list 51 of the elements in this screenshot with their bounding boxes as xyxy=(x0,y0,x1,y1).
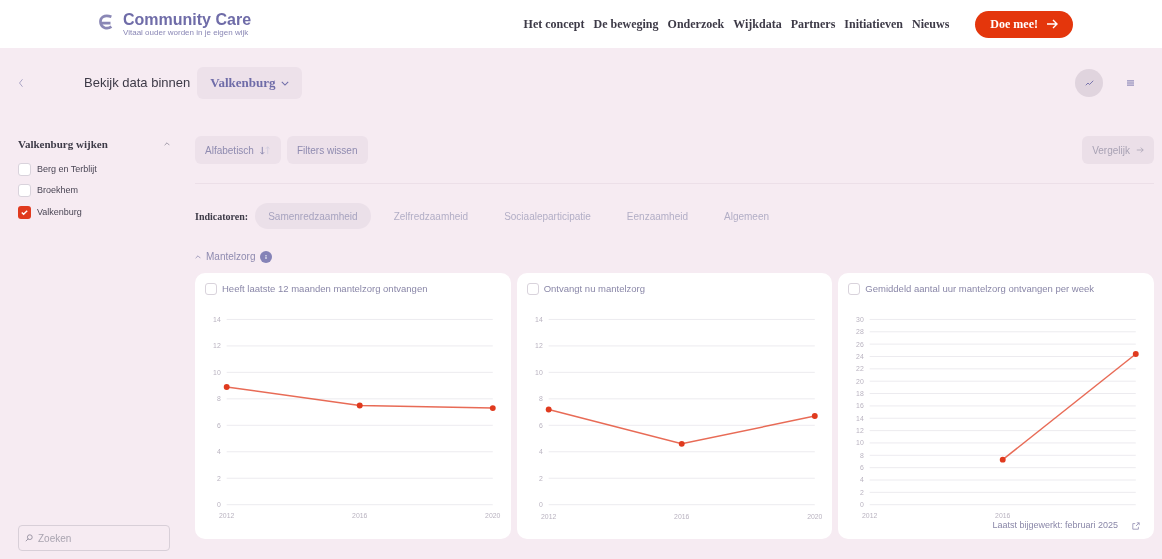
indicators-label: Indicatoren: xyxy=(195,209,249,224)
info-icon[interactable] xyxy=(260,250,273,263)
list-icon xyxy=(1126,80,1134,86)
checkbox[interactable] xyxy=(848,283,861,296)
checkbox[interactable] xyxy=(526,283,539,296)
checkbox[interactable] xyxy=(18,184,31,198)
join-button[interactable]: Doe mee! xyxy=(975,10,1073,38)
nav-link[interactable]: De beweging xyxy=(593,15,659,33)
sort-arrows-icon xyxy=(258,145,271,155)
nav-link[interactable]: Onderzoek xyxy=(667,15,725,33)
neighbourhood-option[interactable]: Broekhem xyxy=(37,184,79,198)
toolbar-label: Bekijk data binnen xyxy=(84,74,191,93)
data-point xyxy=(678,441,685,448)
search-icon xyxy=(25,533,33,542)
data-point xyxy=(489,405,496,412)
chevron-up-icon[interactable] xyxy=(195,254,201,259)
arrow-right-icon xyxy=(1136,146,1144,154)
nav-link[interactable]: Initiatieven xyxy=(844,15,903,33)
neighbourhood-option[interactable]: Valkenburg xyxy=(37,205,82,219)
neighbourhood-option[interactable]: Berg en Terblijt xyxy=(37,162,97,176)
nav-link[interactable]: Nieuws xyxy=(912,15,950,33)
chart-title: Heeft laatste 12 maanden mantelzorg ontvangen xyxy=(222,282,428,296)
checkbox[interactable] xyxy=(205,283,217,296)
location-dropdown[interactable]: Valkenburg xyxy=(197,67,302,99)
chevron-down-icon xyxy=(280,80,289,86)
last-updated-text: Laatst bijgewerkt: februari 2025 xyxy=(992,519,1118,533)
checkbox[interactable] xyxy=(18,205,31,219)
back-icon[interactable] xyxy=(18,78,24,88)
nav-link[interactable]: Wijkdata xyxy=(733,15,782,33)
chevron-up-icon[interactable] xyxy=(164,142,170,147)
data-point xyxy=(1133,351,1140,358)
logo-tagline: Vitaal ouder worden in je eigen wijk xyxy=(123,28,250,37)
data-point xyxy=(223,384,230,391)
section-title: Mantelzorg xyxy=(206,250,256,264)
chart-title: Gemiddeld aantal uur mantelzorg ontvangen per week xyxy=(865,282,1094,296)
data-point xyxy=(545,406,552,413)
arrow-right-icon xyxy=(1046,18,1058,30)
data-point xyxy=(356,402,363,409)
sidebar-title: Valkenburg wijken xyxy=(18,137,108,152)
nav-link[interactable]: Het concept xyxy=(523,15,585,33)
search-field[interactable]: Zoeken xyxy=(18,525,170,551)
checkbox[interactable] xyxy=(18,162,31,176)
trend-line-icon xyxy=(1084,80,1094,86)
logo-title: Community Care xyxy=(123,11,252,28)
data-point xyxy=(1000,456,1006,463)
data-point xyxy=(811,413,818,420)
compare-button: Vergelijk xyxy=(1082,136,1154,164)
chart-view-button[interactable] xyxy=(1075,69,1103,97)
nav-link[interactable]: Partners xyxy=(790,15,836,33)
chart-title: Ontvangt nu mantelzorg xyxy=(543,282,646,296)
check-icon xyxy=(20,207,29,217)
